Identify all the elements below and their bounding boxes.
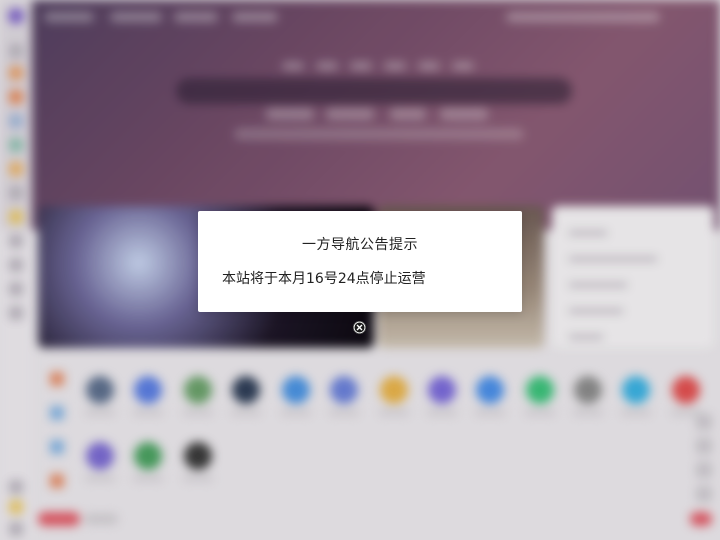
notice-title: 一方导航公告提示 — [302, 237, 418, 253]
notice-message: 本站将于本月16号24点停止运营 — [222, 271, 426, 287]
close-button[interactable] — [353, 321, 366, 334]
notice-dialog: 一方导航公告提示 本站将于本月16号24点停止运营 — [198, 211, 522, 312]
close-circle-icon — [353, 321, 366, 334]
